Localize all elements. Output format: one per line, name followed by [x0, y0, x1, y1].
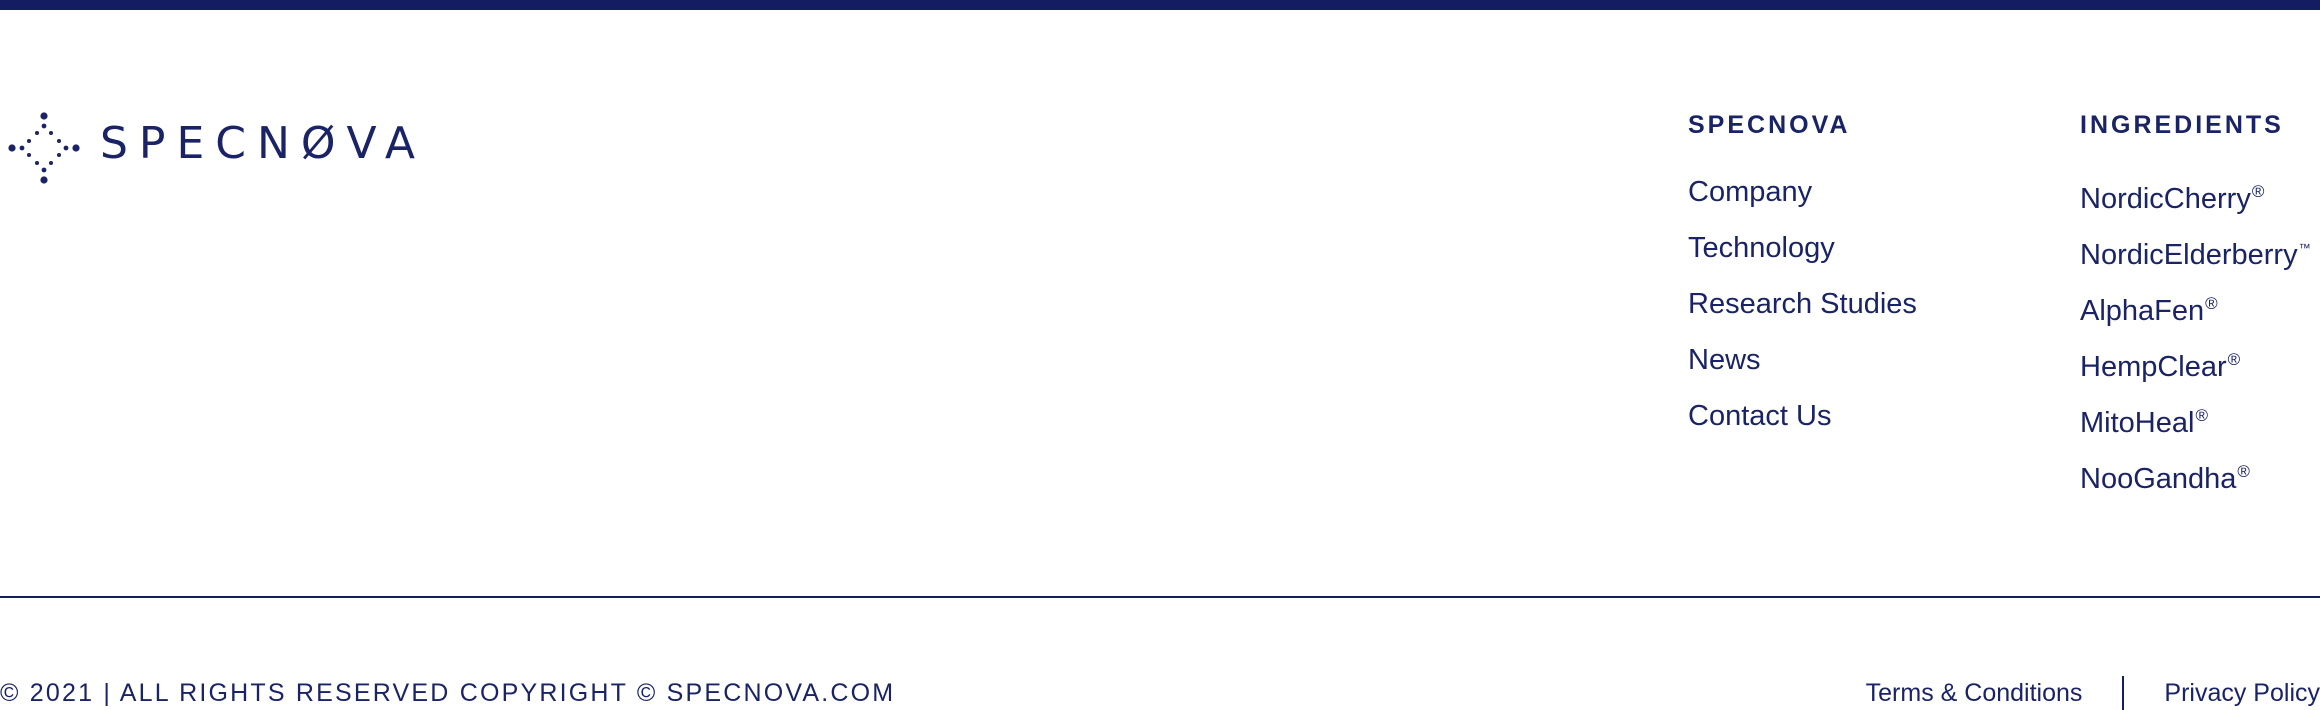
- footer-link-label[interactable]: MitoHeal®: [2080, 406, 2208, 439]
- footer-link-research-studies[interactable]: Research Studies: [1688, 284, 1917, 340]
- footer-link-news[interactable]: News: [1688, 340, 1917, 396]
- footer-column-ingredients: INGREDIENTS NordicCherry® NordicElderber…: [2080, 108, 2311, 508]
- registered-mark: ®: [2205, 294, 2218, 313]
- footer-link-alphafen[interactable]: AlphaFen®: [2080, 284, 2311, 340]
- footer-column-specnova: SPECNOVA Company Technology Research Stu…: [1688, 108, 1917, 452]
- footer-link-label[interactable]: NordicCherry®: [2080, 182, 2265, 215]
- footer-link-label[interactable]: News: [1688, 344, 1761, 376]
- ingredient-name: NordicCherry: [2080, 183, 2251, 215]
- footer-link-label[interactable]: AlphaFen®: [2080, 294, 2218, 327]
- top-accent-bar: [0, 0, 2320, 10]
- footer-link-label[interactable]: Contact Us: [1688, 400, 1831, 432]
- footer-link-label[interactable]: Research Studies: [1688, 288, 1917, 320]
- footer-link-label[interactable]: NooGandha®: [2080, 462, 2250, 495]
- ingredient-name: HempClear: [2080, 351, 2227, 383]
- privacy-link[interactable]: Privacy Policy: [2164, 676, 2320, 710]
- ingredient-links: NordicCherry® NordicElderberry™ AlphaFen…: [2080, 172, 2311, 508]
- column-heading-ingredients: INGREDIENTS: [2080, 111, 2284, 139]
- copyright-text: © 2021 | ALL RIGHTS RESERVED COPYRIGHT ©…: [0, 679, 896, 707]
- footer-link-label[interactable]: Company: [1688, 176, 1812, 208]
- footer-divider: [0, 596, 2320, 598]
- specnova-links: Company Technology Research Studies News…: [1688, 172, 1917, 452]
- footer-link-contact-us[interactable]: Contact Us: [1688, 396, 1917, 452]
- terms-link[interactable]: Terms & Conditions: [1866, 676, 2083, 710]
- logo-star-icon: [8, 112, 80, 184]
- footer-link-nordiccherry[interactable]: NordicCherry®: [2080, 172, 2311, 228]
- registered-mark: ®: [2251, 182, 2265, 201]
- footer-link-label[interactable]: HempClear®: [2080, 350, 2241, 383]
- column-heading-specnova: SPECNOVA: [1688, 111, 1851, 139]
- ingredient-name: NooGandha: [2080, 463, 2237, 495]
- ingredient-name: MitoHeal: [2080, 407, 2195, 439]
- footer-link-mitoheal[interactable]: MitoHeal®: [2080, 396, 2311, 452]
- registered-mark: ®: [2195, 406, 2208, 425]
- legal-links: Terms & Conditions Privacy Policy: [1866, 676, 2320, 710]
- trademark-mark: ™: [2298, 241, 2311, 255]
- logo-wordmark: SPECNØVA: [100, 118, 426, 169]
- footer-link-hempclear[interactable]: HempClear®: [2080, 340, 2311, 396]
- specnova-logo[interactable]: SPECNØVA: [8, 112, 415, 184]
- footer-link-label[interactable]: NordicElderberry™: [2080, 239, 2311, 271]
- ingredient-name: AlphaFen: [2080, 295, 2205, 327]
- footer-link-technology[interactable]: Technology: [1688, 228, 1917, 284]
- footer-link-label[interactable]: Technology: [1688, 232, 1835, 264]
- registered-mark: ®: [2227, 350, 2241, 369]
- footer-link-company[interactable]: Company: [1688, 172, 1917, 228]
- legal-separator: [2122, 676, 2125, 710]
- ingredient-name: NordicElderberry: [2080, 239, 2298, 271]
- registered-mark: ®: [2237, 462, 2250, 481]
- footer-link-nordicelderberry[interactable]: NordicElderberry™: [2080, 228, 2311, 284]
- footer-link-noogandha[interactable]: NooGandha®: [2080, 452, 2311, 508]
